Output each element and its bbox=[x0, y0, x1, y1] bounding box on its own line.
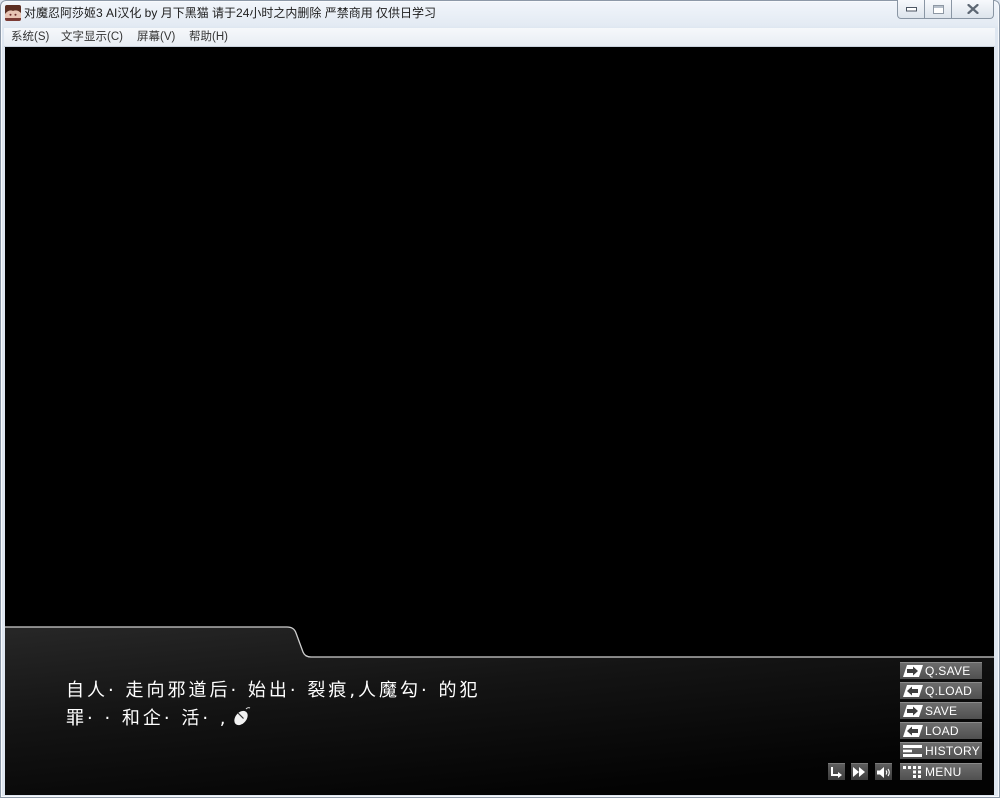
menu-grid-icon bbox=[903, 766, 923, 778]
menu-item-text-display[interactable]: 文字显示(C) bbox=[61, 30, 123, 45]
save-arrow-icon bbox=[903, 705, 923, 717]
app-icon[interactable] bbox=[5, 5, 21, 21]
close-button[interactable] bbox=[951, 0, 994, 19]
quick-load-label: Q.LOAD bbox=[925, 684, 973, 698]
history-button[interactable]: HISTORY bbox=[900, 742, 982, 759]
close-icon bbox=[966, 4, 979, 14]
skip-icon bbox=[830, 766, 843, 778]
history-label: HISTORY bbox=[925, 744, 981, 758]
menu-item-system[interactable]: 系统(S) bbox=[11, 30, 49, 45]
fast-forward-icon bbox=[853, 767, 866, 777]
dialog-line: 自人· 走向邪道后· 始出· 裂痕,人魔勾· 的犯 bbox=[66, 680, 481, 701]
game-screen[interactable]: 自人· 走向邪道后· 始出· 裂痕,人魔勾· 的犯 罪· · 和企· 活· , … bbox=[5, 47, 994, 795]
quick-save-button[interactable]: Q.SAVE bbox=[900, 662, 982, 679]
auto-fast-forward-button[interactable] bbox=[851, 763, 868, 780]
load-arrow-icon bbox=[903, 725, 923, 737]
minimize-button[interactable] bbox=[897, 0, 925, 19]
save-button[interactable]: SAVE bbox=[900, 702, 982, 719]
mouse-wait-icon bbox=[231, 707, 251, 727]
maximize-button[interactable] bbox=[924, 0, 952, 19]
menu-label: MENU bbox=[925, 765, 962, 779]
minimize-icon bbox=[905, 6, 917, 12]
menu-item-screen[interactable]: 屏幕(V) bbox=[137, 30, 175, 45]
load-arrow-icon bbox=[903, 685, 923, 697]
voice-replay-button[interactable] bbox=[875, 763, 892, 780]
history-icon bbox=[903, 745, 923, 757]
load-label: LOAD bbox=[925, 724, 959, 738]
voice-icon bbox=[876, 766, 891, 778]
menu-bar: 系统(S) 文字显示(C) 屏幕(V) 帮助(H) bbox=[4, 28, 995, 47]
skip-button[interactable] bbox=[828, 763, 845, 780]
quick-load-button[interactable]: Q.LOAD bbox=[900, 682, 982, 699]
window-title: 对魔忍阿莎姬3 AI汉化 by 月下黑猫 请于24小时之内删除 严禁商用 仅供日… bbox=[24, 6, 437, 20]
menu-item-help[interactable]: 帮助(H) bbox=[189, 30, 228, 45]
dialog-text[interactable]: 自人· 走向邪道后· 始出· 裂痕,人魔勾· 的犯 罪· · 和企· 活· , bbox=[66, 677, 566, 733]
dialog-line-container: 罪· · 和企· 活· , bbox=[66, 705, 566, 733]
maximize-icon bbox=[932, 4, 944, 14]
game-window: 对魔忍阿莎姬3 AI汉化 by 月下黑猫 请于24小时之内删除 严禁商用 仅供日… bbox=[0, 0, 1000, 798]
menu-button[interactable]: MENU bbox=[900, 763, 982, 780]
load-button[interactable]: LOAD bbox=[900, 722, 982, 739]
quick-save-label: Q.SAVE bbox=[925, 664, 971, 678]
title-bar[interactable]: 对魔忍阿莎姬3 AI汉化 by 月下黑猫 请于24小时之内删除 严禁商用 仅供日… bbox=[0, 0, 1000, 27]
save-label: SAVE bbox=[925, 704, 958, 718]
save-arrow-icon bbox=[903, 665, 923, 677]
dialog-line: 罪· · 和企· 活· , bbox=[66, 708, 229, 729]
